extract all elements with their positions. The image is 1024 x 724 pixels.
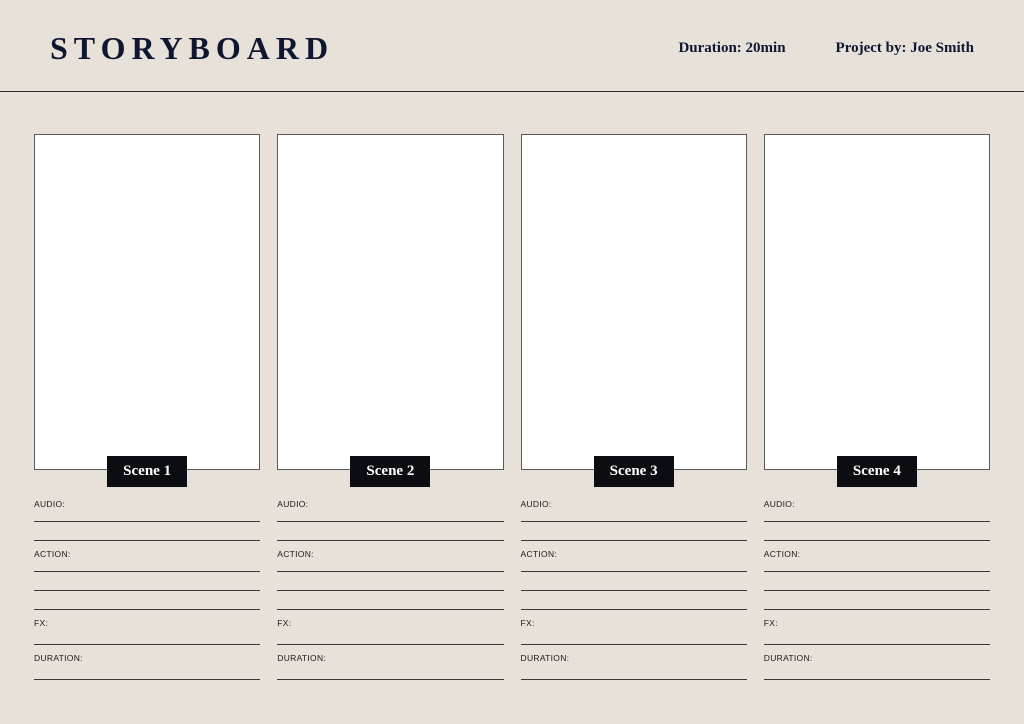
duration-input[interactable] <box>34 669 260 680</box>
audio-field: AUDIO: <box>34 499 260 541</box>
duration-label-field: DURATION: <box>34 653 260 663</box>
audio-input-line2[interactable] <box>521 530 747 541</box>
duration-label-field: DURATION: <box>764 653 990 663</box>
fx-field: FX: <box>277 618 503 645</box>
panel-1: Scene 1 AUDIO: ACTION: FX: DURATION: <box>34 134 260 688</box>
action-input[interactable] <box>34 561 260 572</box>
audio-input-line2[interactable] <box>764 530 990 541</box>
action-input-line2[interactable] <box>34 580 260 591</box>
duration-field: DURATION: <box>277 653 503 680</box>
fx-label: FX: <box>764 618 990 628</box>
header: STORYBOARD Duration: 20min Project by: J… <box>0 0 1024 92</box>
scene-tag-2: Scene 2 <box>350 456 430 487</box>
duration-field: DURATION: <box>764 653 990 680</box>
fx-input[interactable] <box>521 634 747 645</box>
panel-4: Scene 4 AUDIO: ACTION: FX: DURATION: <box>764 134 990 688</box>
panels-row: Scene 1 AUDIO: ACTION: FX: DURATION: <box>0 92 1024 688</box>
duration-field: DURATION: <box>34 653 260 680</box>
duration-input[interactable] <box>521 669 747 680</box>
project-by-label: Project by: Joe Smith <box>836 40 974 57</box>
audio-input[interactable] <box>521 511 747 522</box>
fx-input[interactable] <box>277 634 503 645</box>
duration-label: Duration: 20min <box>678 40 785 57</box>
fx-label: FX: <box>277 618 503 628</box>
audio-label: AUDIO: <box>521 499 747 509</box>
audio-input[interactable] <box>764 511 990 522</box>
duration-field: DURATION: <box>521 653 747 680</box>
scene-frame-3[interactable] <box>521 134 747 470</box>
panel-2: Scene 2 AUDIO: ACTION: FX: DURATION: <box>277 134 503 688</box>
fx-label: FX: <box>521 618 747 628</box>
action-label: ACTION: <box>764 549 990 559</box>
scene-tag-1: Scene 1 <box>107 456 187 487</box>
fields-4: AUDIO: ACTION: FX: DURATION: <box>764 499 990 688</box>
audio-field: AUDIO: <box>277 499 503 541</box>
action-input[interactable] <box>277 561 503 572</box>
action-input[interactable] <box>521 561 747 572</box>
action-input-line3[interactable] <box>277 599 503 610</box>
fx-input[interactable] <box>764 634 990 645</box>
action-label: ACTION: <box>521 549 747 559</box>
scene-frame-2[interactable] <box>277 134 503 470</box>
fields-1: AUDIO: ACTION: FX: DURATION: <box>34 499 260 688</box>
action-input-line2[interactable] <box>764 580 990 591</box>
audio-label: AUDIO: <box>764 499 990 509</box>
action-field: ACTION: <box>521 549 747 610</box>
header-meta: Duration: 20min Project by: Joe Smith <box>678 40 974 57</box>
action-input[interactable] <box>764 561 990 572</box>
duration-label-field: DURATION: <box>277 653 503 663</box>
action-label: ACTION: <box>277 549 503 559</box>
action-input-line2[interactable] <box>277 580 503 591</box>
audio-input-line2[interactable] <box>34 530 260 541</box>
duration-label-field: DURATION: <box>521 653 747 663</box>
action-input-line2[interactable] <box>521 580 747 591</box>
action-field: ACTION: <box>34 549 260 610</box>
fx-field: FX: <box>764 618 990 645</box>
action-field: ACTION: <box>764 549 990 610</box>
action-field: ACTION: <box>277 549 503 610</box>
fx-label: FX: <box>34 618 260 628</box>
fx-input[interactable] <box>34 634 260 645</box>
action-input-line3[interactable] <box>34 599 260 610</box>
scene-frame-4[interactable] <box>764 134 990 470</box>
panel-3: Scene 3 AUDIO: ACTION: FX: DURATION: <box>521 134 747 688</box>
audio-input[interactable] <box>277 511 503 522</box>
scene-tag-3: Scene 3 <box>594 456 674 487</box>
page-title: STORYBOARD <box>50 30 334 67</box>
audio-input[interactable] <box>34 511 260 522</box>
fx-field: FX: <box>34 618 260 645</box>
action-input-line3[interactable] <box>764 599 990 610</box>
audio-field: AUDIO: <box>764 499 990 541</box>
audio-label: AUDIO: <box>34 499 260 509</box>
action-label: ACTION: <box>34 549 260 559</box>
scene-tag-4: Scene 4 <box>837 456 917 487</box>
duration-input[interactable] <box>277 669 503 680</box>
duration-input[interactable] <box>764 669 990 680</box>
fx-field: FX: <box>521 618 747 645</box>
audio-label: AUDIO: <box>277 499 503 509</box>
fields-2: AUDIO: ACTION: FX: DURATION: <box>277 499 503 688</box>
action-input-line3[interactable] <box>521 599 747 610</box>
fields-3: AUDIO: ACTION: FX: DURATION: <box>521 499 747 688</box>
scene-frame-1[interactable] <box>34 134 260 470</box>
audio-input-line2[interactable] <box>277 530 503 541</box>
audio-field: AUDIO: <box>521 499 747 541</box>
